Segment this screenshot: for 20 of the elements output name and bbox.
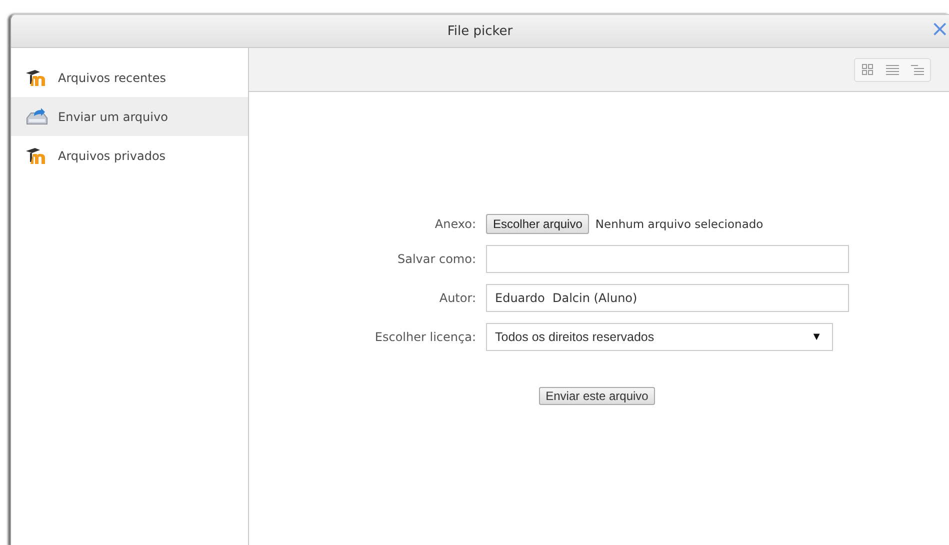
upload-tray-icon [26,108,48,126]
text-field[interactable]: Eduardo Dalcin (Aluno) [486,284,849,312]
sidebar-item[interactable]: Arquivos recentes [11,58,248,97]
file-status-text: Nenhum arquivo selecionado [595,217,764,231]
upload-button[interactable]: Enviar este arquivo [538,387,656,405]
sidebar-item[interactable]: Arquivos privados [11,136,248,175]
mortarboard-logo-icon [26,70,48,86]
text-field[interactable] [486,245,849,273]
field-label: Salvar como: [397,252,476,266]
license-dropdown[interactable]: Todos os direitos reservados ▼ [486,323,833,351]
sidebar-item[interactable]: Enviar um arquivo [11,97,248,136]
window-title: File picker [447,24,513,38]
field-label: Autor: [439,291,476,305]
list-view-icon [886,64,899,74]
grid-view-icon [862,64,873,75]
tree-view-icon [911,64,924,74]
mortarboard-logo-icon [26,148,48,164]
field-label: Anexo: [434,217,476,231]
choose-file-button[interactable]: Escolher arquivo [486,214,590,234]
field-label: Escolher licença: [374,330,476,344]
